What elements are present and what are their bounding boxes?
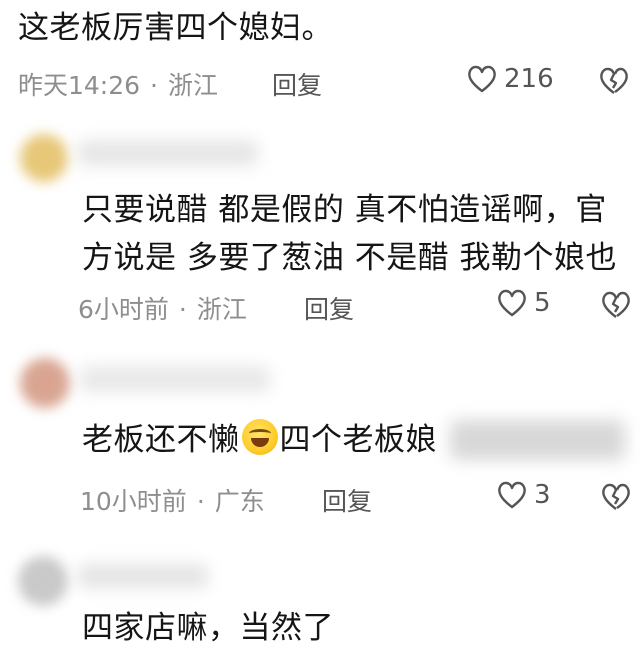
laughing-tears-emoji-icon: [241, 419, 278, 455]
avatar[interactable]: [18, 556, 68, 606]
comment-text-line-2: 方说是 多要了葱油 不是醋 我勒个娘也: [82, 240, 618, 276]
broken-heart-icon: [602, 483, 630, 510]
like-count: 216: [504, 64, 554, 94]
heart-icon: [498, 481, 526, 509]
meta-separator: ·: [150, 71, 158, 100]
meta-separator: ·: [178, 295, 187, 324]
dislike-button[interactable]: [600, 482, 632, 516]
comment-meta: 10小时前 · 广东: [80, 482, 265, 518]
meta-separator: ·: [196, 487, 205, 516]
broken-heart-icon: [600, 67, 628, 94]
comment-location: 浙江: [168, 71, 219, 100]
comment-time: 6小时前: [78, 295, 169, 324]
comment-text: 这老板厉害四个媳妇。: [18, 10, 333, 46]
username[interactable]: [78, 564, 208, 588]
like-button[interactable]: 5: [496, 288, 551, 318]
comment-text-line-1: 只要说醋 都是假的 真不怕造谣啊，官: [82, 192, 607, 228]
comment-meta: 6小时前 · 浙江: [78, 290, 247, 326]
comment-time: 10小时前: [80, 487, 187, 516]
avatar[interactable]: [20, 358, 70, 408]
reply-button[interactable]: 回复: [272, 66, 322, 102]
like-button[interactable]: 216: [466, 64, 554, 94]
username[interactable]: [80, 366, 270, 392]
like-button[interactable]: 3: [496, 480, 551, 510]
comment-location: 广东: [214, 487, 265, 516]
obscured-text: [450, 420, 625, 460]
reply-button[interactable]: 回复: [322, 482, 372, 518]
comment-text: 四家店嘛，当然了: [82, 610, 334, 646]
reply-button[interactable]: 回复: [304, 290, 354, 326]
comment-meta: 昨天14:26 · 浙江: [18, 66, 218, 102]
comment-text-before-emoji: 老板还不懒: [82, 422, 240, 458]
avatar[interactable]: [20, 134, 68, 182]
comment-text-after-emoji: 四个老板娘: [279, 422, 437, 458]
heart-icon: [468, 65, 496, 93]
username[interactable]: [78, 140, 258, 166]
comment-text: 老板还不懒 四个老板娘: [82, 416, 437, 464]
heart-icon: [498, 289, 526, 317]
dislike-button[interactable]: [598, 66, 630, 100]
like-count: 5: [534, 288, 551, 318]
like-count: 3: [534, 480, 551, 510]
broken-heart-icon: [602, 291, 630, 318]
comment-location: 浙江: [196, 295, 247, 324]
comment-time: 昨天14:26: [18, 71, 141, 100]
dislike-button[interactable]: [600, 290, 632, 324]
